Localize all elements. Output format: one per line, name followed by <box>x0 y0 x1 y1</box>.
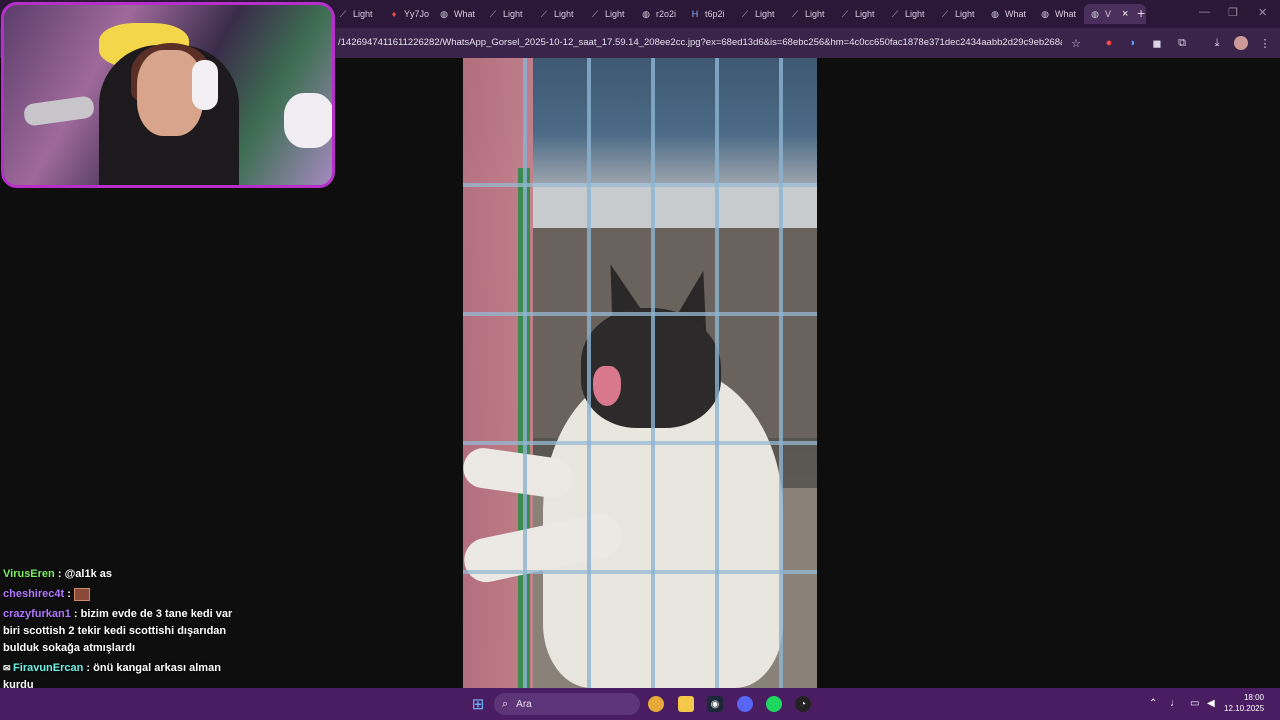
feather-icon: ⟋ <box>891 8 899 19</box>
tab-label: V <box>1105 9 1112 19</box>
browser-tab[interactable]: ◍ What <box>439 4 483 24</box>
close-tab-icon[interactable]: × <box>1122 8 1128 20</box>
browser-tab[interactable]: ◍ What <box>1040 4 1084 24</box>
feather-icon: ⟋ <box>841 8 849 19</box>
extension-cat-icon[interactable]: ◼ <box>1150 36 1164 50</box>
browser-tab[interactable]: ⟋ Light <box>488 4 532 24</box>
tab-label: Light <box>605 9 625 19</box>
feather-icon: ⟋ <box>591 8 599 19</box>
tab-label: Light <box>503 9 523 19</box>
chat-message: VirusEren : @al1k as <box>3 566 243 583</box>
browser-tab[interactable]: ⟋ Light <box>940 4 984 24</box>
folder-icon[interactable] <box>678 696 694 712</box>
feather-icon: ⟋ <box>489 8 497 19</box>
browser-tab[interactable]: Ht6p2i <box>690 4 734 24</box>
puzzle-icon[interactable]: ⧉ <box>1175 36 1189 50</box>
taskbar-search[interactable]: ⌕ Ara <box>494 693 640 715</box>
tab-label: What <box>454 9 476 19</box>
tab-label: Yy7Jo <box>404 9 430 19</box>
chat-emote-icon <box>73 587 90 601</box>
flame-icon: ♦ <box>391 9 397 19</box>
maximize-icon[interactable]: ❐ <box>1228 6 1238 19</box>
chat-separator: : <box>64 588 74 600</box>
tab-label: Light <box>353 9 373 19</box>
chat-username[interactable]: FiravunErcan <box>13 662 83 674</box>
browser-tab[interactable]: ⟋ Light <box>890 4 934 24</box>
search-placeholder: Ara <box>516 698 532 710</box>
plush-toy-white <box>284 93 332 148</box>
displayed-image <box>463 58 817 688</box>
browser-tab[interactable]: ♦ Yy7Jo <box>389 4 433 24</box>
chrome-icon[interactable] <box>648 696 664 712</box>
close-window-icon[interactable]: ✕ <box>1258 6 1267 19</box>
url-text[interactable]: /1426947411611226282/WhatsApp_Gorsel_202… <box>338 37 1062 48</box>
cage-bars <box>463 58 817 688</box>
chat-text: @al1k as <box>64 568 112 580</box>
network-icon[interactable]: ▭ <box>1190 698 1199 709</box>
tab-label: Light <box>805 9 825 19</box>
menu-dots-icon[interactable]: ⋮ <box>1258 36 1272 50</box>
chat-username[interactable]: cheshirec4t <box>3 588 64 600</box>
webcam-overlay <box>1 2 335 188</box>
system-clock[interactable]: 18:00 12.10.2025 <box>1224 692 1264 714</box>
microphone-arm <box>22 95 96 127</box>
chat-separator: : <box>54 568 65 580</box>
feather-icon: ⟋ <box>339 8 347 19</box>
obs-icon[interactable]: ◔ <box>795 696 811 712</box>
tab-label: r2o2i <box>656 9 677 19</box>
chat-separator: : <box>83 662 94 674</box>
browser-tab[interactable]: ⟋ Light <box>740 4 784 24</box>
globe-icon: ◍ <box>1091 8 1099 19</box>
spotify-icon[interactable] <box>766 696 782 712</box>
discord-icon[interactable] <box>737 696 753 712</box>
h-icon: H <box>691 9 699 19</box>
user-badge-icon: ✉ <box>3 663 14 673</box>
chat-username[interactable]: VirusEren <box>3 568 55 580</box>
headset <box>192 60 218 110</box>
browser-tab[interactable]: ⟋ Light <box>338 4 382 24</box>
tray-chevron-icon[interactable]: ⌃ <box>1149 698 1157 709</box>
tab-label: Light <box>955 9 975 19</box>
search-icon: ⌕ <box>502 697 509 710</box>
chat-message: cheshirec4t : <box>3 586 243 603</box>
taskbar: ⊞ ⌕ Ara ◉ ◔ ⌃ ♩ ▭ ◀ 18:00 12.10.2025 <box>0 688 1280 720</box>
clock-time: 18:00 <box>1243 693 1264 702</box>
browser-tab[interactable]: ◍ r2o2i <box>641 4 685 24</box>
tab-label: What <box>1005 9 1027 19</box>
chat-username[interactable]: crazyfurkan1 <box>3 608 71 620</box>
browser-tab[interactable]: ⟋ Light <box>539 4 583 24</box>
browser-tab[interactable]: ◍ What <box>990 4 1034 24</box>
browser-tab[interactable]: ⟋ Light <box>790 4 834 24</box>
tab-label: Light <box>755 9 775 19</box>
profile-avatar[interactable] <box>1234 36 1248 50</box>
globe-icon: ◍ <box>1041 8 1049 19</box>
chat-message: crazyfurkan1 : bizim evde de 3 tane kedi… <box>3 606 243 657</box>
download-icon[interactable]: ⤓ <box>1210 36 1224 50</box>
minimize-icon[interactable]: — <box>1199 6 1210 18</box>
globe-icon: ◍ <box>991 8 999 19</box>
browser-tab[interactable]: ⟋ Light <box>840 4 884 24</box>
tab-label: What <box>1055 9 1077 19</box>
steam-icon[interactable]: ◉ <box>707 696 723 712</box>
volume-icon[interactable]: ◀ <box>1207 698 1215 709</box>
globe-icon: ◍ <box>642 8 650 19</box>
feather-icon: ⟋ <box>791 8 799 19</box>
windows-start-icon[interactable]: ⊞ <box>470 696 486 713</box>
feather-icon: ⟋ <box>540 8 548 19</box>
extension-wave-icon[interactable]: ◗ <box>1126 36 1140 50</box>
new-tab-button[interactable]: + <box>1137 5 1145 21</box>
browser-tab[interactable]: ⟋ Light <box>590 4 634 24</box>
globe-icon: ◍ <box>440 8 448 19</box>
tab-label: Light <box>855 9 875 19</box>
extension-icon[interactable]: ● <box>1102 36 1116 50</box>
feather-icon: ⟋ <box>941 8 949 19</box>
microphone-icon[interactable]: ♩ <box>1170 698 1180 709</box>
tab-label: t6p2i <box>705 9 725 19</box>
feather-icon: ⟋ <box>741 8 749 19</box>
bookmark-star-icon[interactable]: ☆ <box>1069 36 1083 50</box>
clock-date: 12.10.2025 <box>1224 704 1265 713</box>
tab-label: Light <box>554 9 574 19</box>
tab-label: Light <box>905 9 925 19</box>
chat-separator: : <box>70 608 81 620</box>
